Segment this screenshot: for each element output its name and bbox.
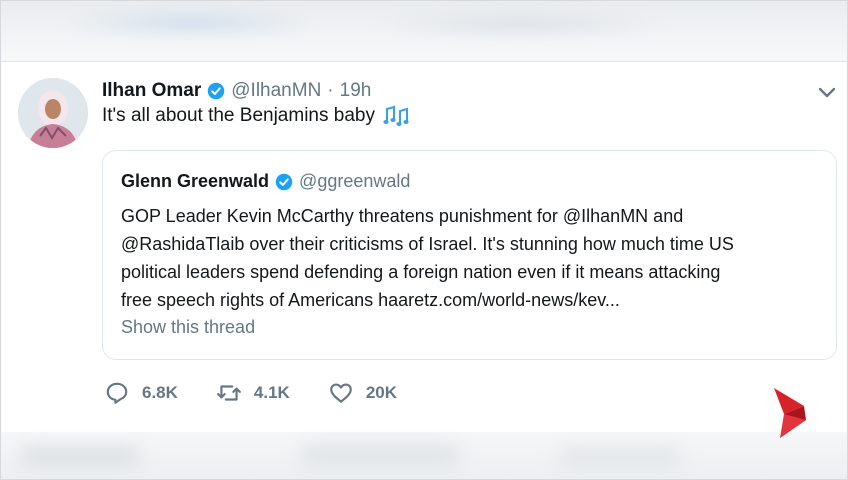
tweet-actions: 6.8K 4.1K 20K xyxy=(104,380,435,406)
retweet-button[interactable]: 4.1K xyxy=(216,380,290,406)
heart-icon xyxy=(330,383,352,403)
avatar[interactable] xyxy=(18,78,88,148)
show-thread-link[interactable]: Show this thread xyxy=(121,317,255,338)
chevron-down-icon[interactable] xyxy=(815,80,839,104)
blur-smudge xyxy=(60,8,320,38)
blurred-previous-tweet xyxy=(0,0,848,62)
retweet-icon xyxy=(217,385,241,401)
header-separator: · xyxy=(327,80,334,101)
tweet-timestamp[interactable]: 19h xyxy=(340,80,372,102)
quoted-tweet-header: Glenn Greenwald @ggreenwald xyxy=(121,171,410,192)
reply-icon xyxy=(106,382,128,404)
avatar-portrait-icon xyxy=(18,78,88,148)
quoted-author-handle: @ggreenwald xyxy=(299,171,411,191)
retweet-count: 4.1K xyxy=(253,383,290,402)
quoted-text-line: political leaders spend defending a fore… xyxy=(121,262,721,282)
author-handle[interactable]: @IlhanMN xyxy=(231,80,321,102)
quoted-tweet-text: GOP Leader Kevin McCarthy threatens puni… xyxy=(121,202,821,314)
verified-badge-icon xyxy=(208,82,225,100)
verified-badge-icon xyxy=(275,173,293,190)
quoted-author-display-name: Glenn Greenwald xyxy=(121,171,270,191)
like-button[interactable]: 20K xyxy=(328,380,397,406)
tweet-text: It's all about the Benjamins baby xyxy=(102,105,411,127)
reply-button[interactable]: 6.8K xyxy=(104,380,178,406)
tweet-text-content: It's all about the Benjamins baby xyxy=(102,105,375,126)
blur-smudge xyxy=(560,448,680,466)
quoted-text-line: @RashidaTlaib over their criticisms of I… xyxy=(121,234,734,254)
screen: Ilhan Omar @IlhanMN · 19h It's all about… xyxy=(0,0,848,480)
blur-smudge xyxy=(370,10,670,38)
blurred-next-tweet xyxy=(0,432,848,480)
blur-smudge xyxy=(300,444,460,466)
blur-smudge xyxy=(20,446,140,466)
reply-count: 6.8K xyxy=(142,383,178,402)
author-display-name[interactable]: Ilhan Omar xyxy=(102,80,201,102)
quoted-text-line: free speech rights of Americans haaretz.… xyxy=(121,290,620,310)
quoted-text-line: GOP Leader Kevin McCarthy threatens puni… xyxy=(121,206,684,226)
tweet-card[interactable]: Ilhan Omar @IlhanMN · 19h It's all about… xyxy=(0,62,848,432)
like-count: 20K xyxy=(365,383,398,402)
tweet-header: Ilhan Omar @IlhanMN · 19h xyxy=(102,78,371,104)
quoted-tweet[interactable]: Glenn Greenwald @ggreenwald GOP Leader K… xyxy=(102,150,837,360)
broadcaster-logo-icon xyxy=(774,388,806,438)
musical-notes-icon xyxy=(383,105,409,126)
